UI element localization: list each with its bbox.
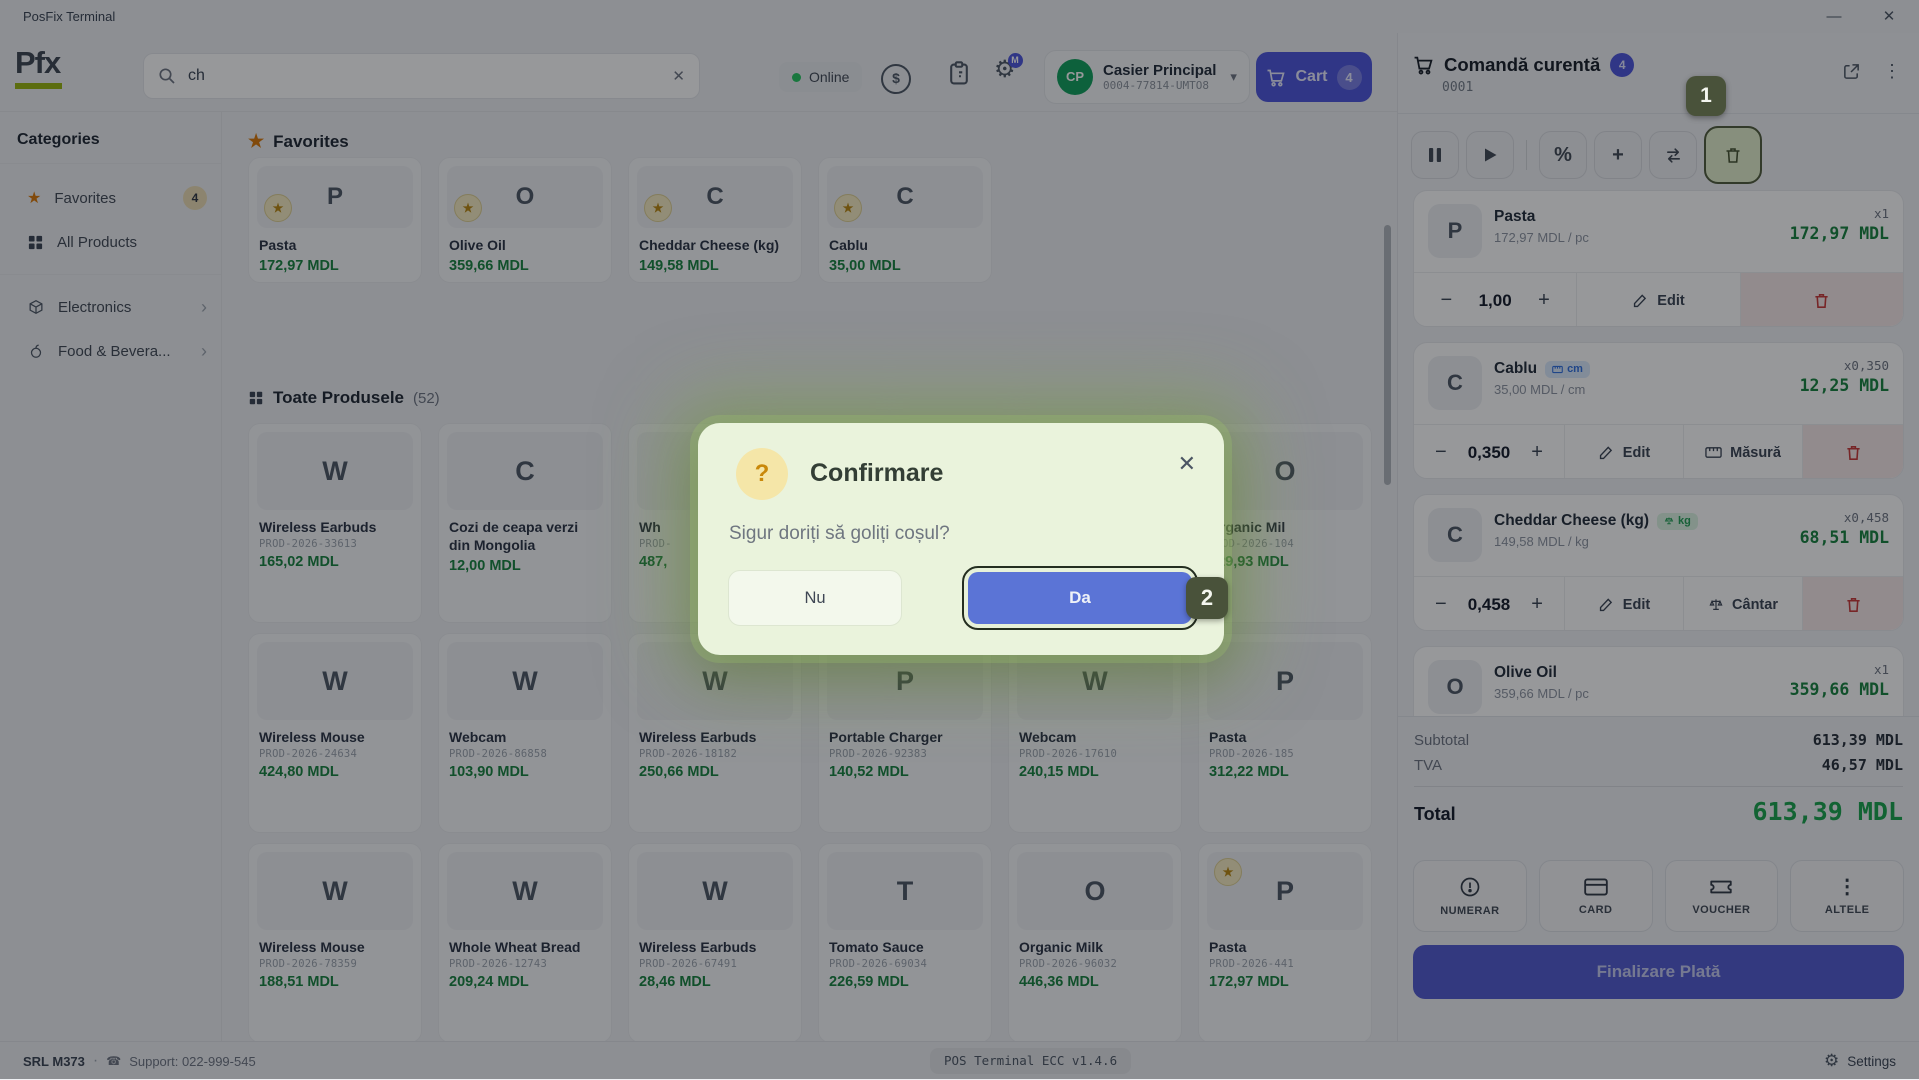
- dialog-title: Confirmare: [810, 459, 943, 488]
- confirm-button-highlight: Da: [962, 566, 1198, 630]
- pos-terminal-app: PosFix Terminal — ✕ Pfx ✕ Online $ ⚙: [0, 0, 1919, 1079]
- question-icon: ?: [736, 448, 788, 500]
- annotation-step-1: 1: [1686, 76, 1726, 116]
- cancel-button[interactable]: Nu: [728, 570, 902, 626]
- confirmation-dialog: ? Confirmare ✕ Sigur doriți să goliți co…: [698, 423, 1224, 655]
- confirm-button[interactable]: Da: [968, 572, 1192, 624]
- dialog-message: Sigur doriți să goliți coșul?: [729, 523, 950, 545]
- close-icon[interactable]: ✕: [1178, 451, 1196, 477]
- annotation-step-2: 2: [1186, 577, 1228, 619]
